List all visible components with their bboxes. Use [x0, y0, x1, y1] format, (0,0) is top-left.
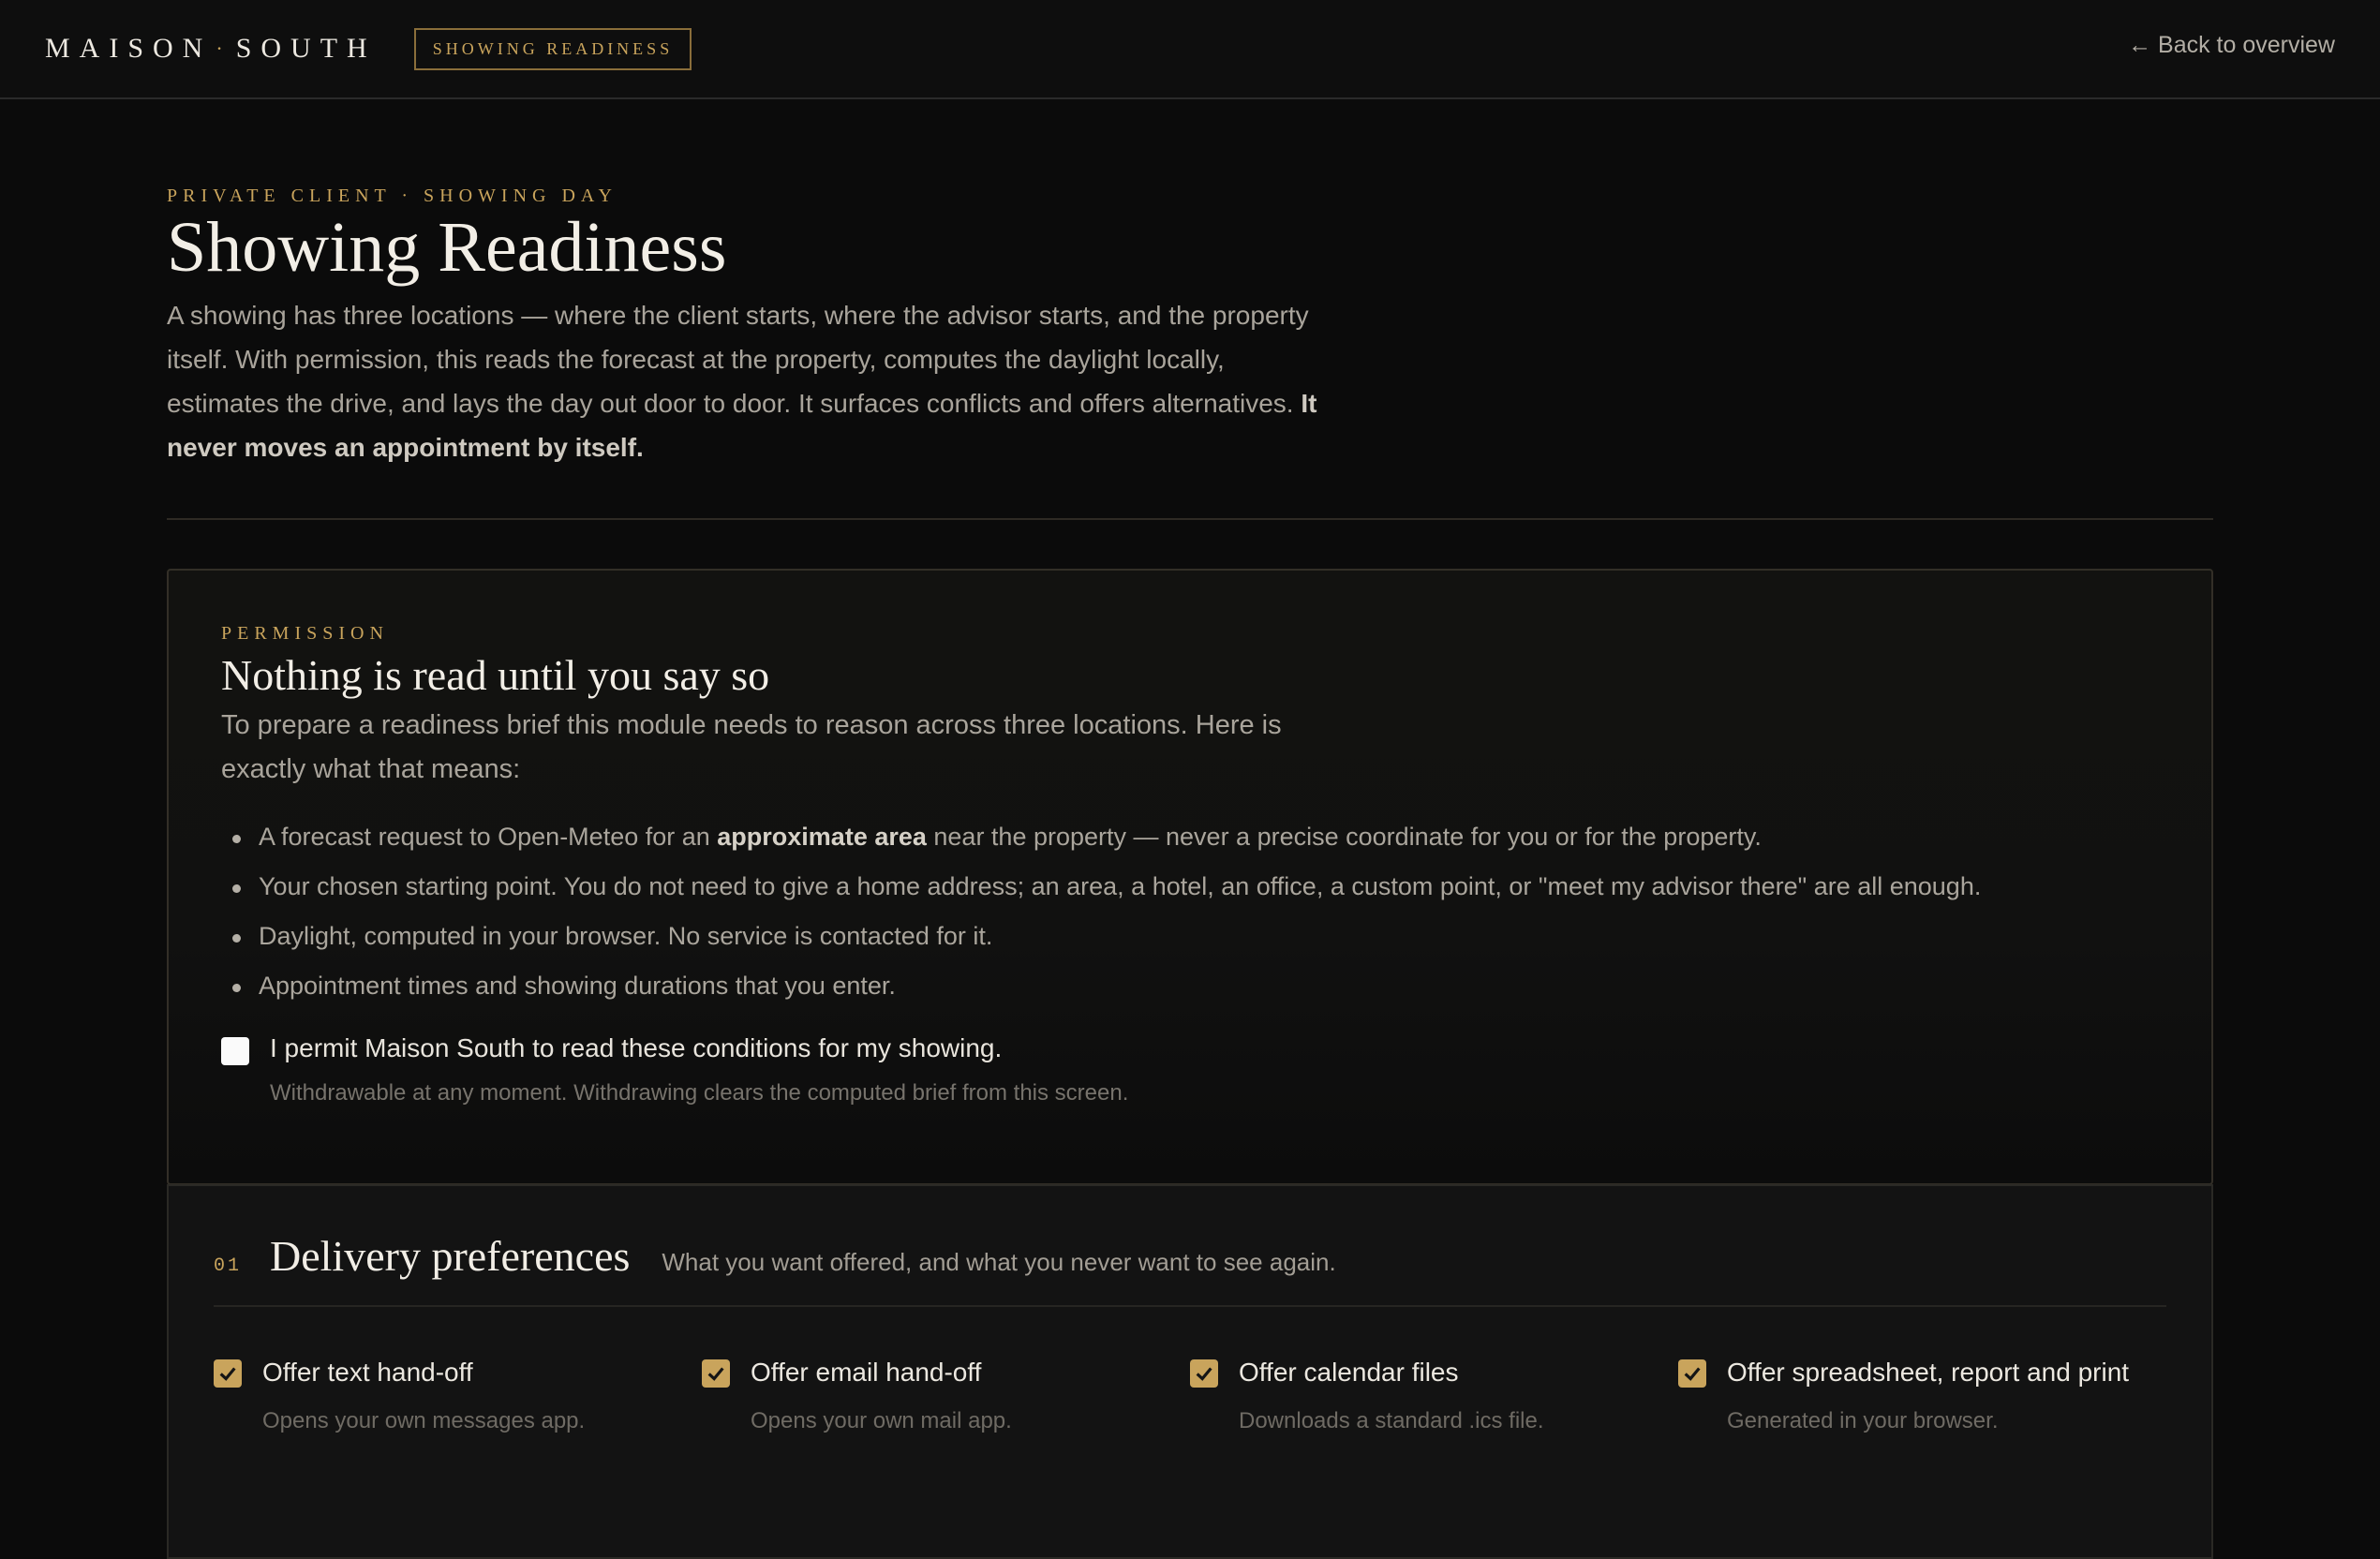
delivery-preferences-card: 01 Delivery preferences What you want of…: [167, 1184, 2213, 1559]
option-email-handoff: Offer email hand-off Opens your own mail…: [702, 1358, 1190, 1434]
option-label[interactable]: Offer spreadsheet, report and print: [1727, 1358, 2129, 1388]
permission-list: A forecast request to Open-Meteo for an …: [221, 812, 2159, 1011]
check-icon: [1196, 1367, 1212, 1381]
consent-text: I permit Maison South to read these cond…: [270, 1033, 1128, 1106]
section-divider: [214, 1305, 2166, 1307]
permission-eyebrow: PERMISSION: [221, 622, 389, 644]
permission-item-text: near the property — never a precise coor…: [926, 822, 1762, 851]
permission-item-text: A forecast request to Open-Meteo for an: [259, 822, 718, 851]
brand-dot: ·: [216, 37, 232, 60]
consent-hint: Withdrawable at any moment. Withdrawing …: [270, 1079, 1129, 1106]
calendar-files-checkbox[interactable]: [1190, 1359, 1218, 1388]
brand-right: SOUTH: [235, 33, 377, 64]
permission-item-text: Daylight, computed in your browser. No s…: [259, 921, 993, 950]
permission-item: Appointment times and showing durations …: [221, 961, 2159, 1011]
text-handoff-checkbox[interactable]: [214, 1359, 242, 1388]
check-icon: [219, 1367, 236, 1381]
option-hint: Generated in your browser.: [1727, 1408, 1999, 1433]
check-icon: [707, 1367, 724, 1381]
hero-intro-text: A showing has three locations — where th…: [167, 300, 1309, 418]
option-label[interactable]: Offer text hand-off: [262, 1358, 585, 1388]
option-calendar-files: Offer calendar files Downloads a standar…: [1190, 1358, 1678, 1434]
option-label[interactable]: Offer calendar files: [1239, 1358, 1544, 1388]
section-number: 01: [214, 1255, 243, 1277]
check-icon: [1684, 1367, 1701, 1381]
top-bar: MAISON · SOUTH SHOWING READINESS ← Back …: [0, 0, 2380, 99]
section-title: Delivery preferences: [270, 1232, 631, 1280]
permission-description: To prepare a readiness brief this module…: [221, 709, 1282, 784]
page-title: Showing Readiness: [167, 208, 727, 287]
option-text: Offer email hand-off Opens your own mail…: [751, 1358, 1012, 1434]
option-hint: Downloads a standard .ics file.: [1239, 1408, 1544, 1433]
consent-label[interactable]: I permit Maison South to read these cond…: [270, 1033, 1128, 1063]
brand-left: MAISON: [45, 33, 213, 64]
option-text: Offer spreadsheet, report and print Gene…: [1727, 1358, 2129, 1434]
option-hint: Opens your own messages app.: [262, 1408, 586, 1433]
option-spreadsheet-report-print: Offer spreadsheet, report and print Gene…: [1678, 1358, 2166, 1434]
consent-checkbox[interactable]: [221, 1036, 249, 1065]
back-to-overview-link[interactable]: ← Back to overview: [2128, 32, 2335, 59]
main-content: PRIVATE CLIENT · SHOWING DAY Showing Rea…: [167, 99, 2213, 1559]
permission-item: Daylight, computed in your browser. No s…: [221, 912, 2159, 961]
module-badge: SHOWING READINESS: [413, 27, 692, 70]
divider: [167, 517, 2213, 520]
brand-logo[interactable]: MAISON · SOUTH: [45, 33, 377, 65]
consent-row: I permit Maison South to read these cond…: [221, 1033, 2159, 1106]
permission-item-text: Your chosen starting point. You do not n…: [259, 871, 1982, 900]
hero-eyebrow: PRIVATE CLIENT · SHOWING DAY: [167, 186, 617, 206]
option-text-handoff: Offer text hand-off Opens your own messa…: [214, 1358, 702, 1434]
permission-item-text: Appointment times and showing durations …: [259, 971, 896, 1000]
delivery-options: Offer text hand-off Opens your own messa…: [214, 1358, 2166, 1434]
permission-item-strong: approximate area: [717, 822, 927, 851]
option-text: Offer calendar files Downloads a standar…: [1239, 1358, 1544, 1434]
section-subtitle: What you want offered, and what you neve…: [662, 1248, 1336, 1276]
section-header: 01 Delivery preferences What you want of…: [214, 1231, 2166, 1281]
email-handoff-checkbox[interactable]: [702, 1359, 730, 1388]
permission-card: PERMISSION Nothing is read until you say…: [167, 568, 2213, 1185]
option-label[interactable]: Offer email hand-off: [751, 1358, 1012, 1388]
hero-intro: A showing has three locations — where th…: [167, 293, 1319, 469]
permission-title: Nothing is read until you say so: [221, 650, 770, 699]
option-text: Offer text hand-off Opens your own messa…: [262, 1358, 585, 1434]
spreadsheet-report-print-checkbox[interactable]: [1678, 1359, 1706, 1388]
option-hint: Opens your own mail app.: [751, 1408, 1012, 1433]
permission-item: Your chosen starting point. You do not n…: [221, 862, 2159, 912]
permission-item: A forecast request to Open-Meteo for an …: [221, 812, 2159, 862]
